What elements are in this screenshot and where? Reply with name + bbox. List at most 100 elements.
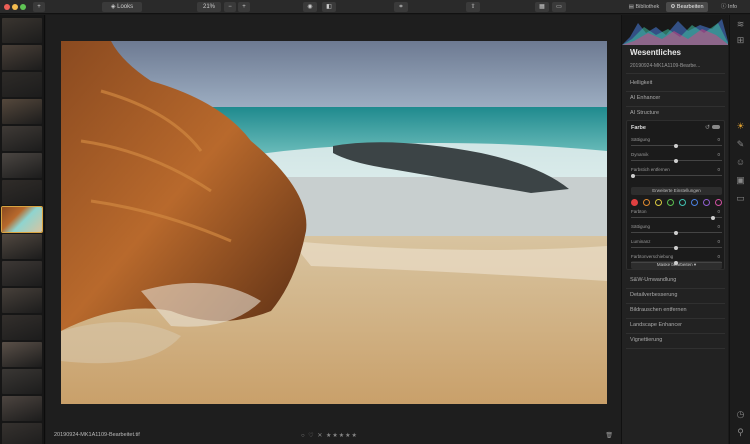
color-swatch[interactable] <box>643 199 650 206</box>
tab-bibliothek[interactable]: ▤ Bibliothek <box>624 2 664 12</box>
essentials-sun-icon[interactable]: ☀ <box>735 121 746 132</box>
section-item[interactable]: Detailverbesserung <box>630 292 677 298</box>
slider-label: Luminanz <box>631 239 651 244</box>
slider-label: Farbtonverschiebung <box>631 254 674 259</box>
filter-icon[interactable]: ⚲ <box>735 427 746 438</box>
eye-icon: ◉ <box>307 4 313 10</box>
image-canvas: 20190924-MK1A1109-Bearbeitet.tif ○ ♡ ✕ ★… <box>46 15 621 444</box>
layers-icon[interactable]: ≋ <box>735 19 746 30</box>
divider <box>626 106 725 107</box>
preview-eye-button[interactable]: ◉ <box>303 2 317 12</box>
creative-palette-icon[interactable]: ✎ <box>735 139 746 150</box>
canvas-footer: 20190924-MK1A1109-Bearbeitet.tif ○ ♡ ✕ ★… <box>46 430 621 444</box>
farbe-title[interactable]: Farbe <box>631 125 646 131</box>
slider-label: Farbstich entfernen <box>631 167 670 172</box>
portrait-face-icon[interactable]: ☺ <box>735 157 746 168</box>
image-filename: 20190924-MK1A1109-Bearbeitet.tif <box>54 432 140 438</box>
color-swatch[interactable] <box>667 199 674 206</box>
edit-panel: Wesentliches 20190924-MK1A1109-Bearbe...… <box>621 15 728 444</box>
grid-view-button[interactable]: ▦ <box>535 2 549 12</box>
looks-label: Looks <box>117 4 134 10</box>
filmstrip-thumb[interactable] <box>2 45 42 70</box>
slider-label: Sättigung <box>631 137 651 142</box>
filmstrip-thumb[interactable] <box>2 369 42 394</box>
single-view-button[interactable]: ▭ <box>552 2 566 12</box>
filmstrip-thumb[interactable] <box>2 261 42 286</box>
color-swatch[interactable] <box>703 199 710 206</box>
filmstrip-thumb[interactable] <box>2 315 42 340</box>
divider <box>626 333 725 334</box>
filmstrip-thumb[interactable] <box>2 342 42 367</box>
slider-knob[interactable] <box>674 143 678 148</box>
close-window-button[interactable] <box>4 4 10 10</box>
filmstrip-thumb[interactable] <box>2 126 42 151</box>
trash-icon[interactable]: 🗑 <box>605 432 613 439</box>
filmstrip-thumb[interactable] <box>2 234 42 259</box>
crop-icon: ⌗ <box>399 4 403 10</box>
divider <box>626 318 725 319</box>
section-item[interactable]: S&W-Umwandlung <box>630 277 676 283</box>
advanced-settings-button[interactable]: Erweiterte Einstellungen <box>631 187 722 195</box>
panel-title: Wesentliches <box>630 48 681 57</box>
slider-knob[interactable] <box>711 215 715 220</box>
filmstrip-thumb[interactable] <box>2 288 42 313</box>
slider-value: 0 <box>717 137 720 142</box>
slider-track[interactable] <box>631 217 722 218</box>
slider-value: 0 <box>717 254 720 259</box>
filmstrip-thumb[interactable] <box>2 99 42 124</box>
slider-knob[interactable] <box>631 173 635 178</box>
slider-knob[interactable] <box>674 230 678 235</box>
divider <box>626 348 725 349</box>
slider-value: 0 <box>717 209 720 214</box>
tab-bearbeiten[interactable]: ⚙ Bearbeiten <box>666 2 708 12</box>
zoom-out-button[interactable]: − <box>224 2 236 12</box>
maximize-window-button[interactable] <box>20 4 26 10</box>
beach-photo[interactable] <box>61 41 607 404</box>
history-clock-icon[interactable]: ◷ <box>735 409 746 420</box>
toggle-switch[interactable] <box>712 125 720 129</box>
section-ai-enhancer[interactable]: AI Enhancer <box>630 95 660 101</box>
filmstrip-thumb[interactable] <box>2 423 42 444</box>
zoom-select[interactable]: 21% <box>197 2 221 12</box>
section-ai-structure[interactable]: AI Structure <box>630 110 659 116</box>
filmstrip-thumb[interactable] <box>2 180 42 205</box>
section-item[interactable]: Landscape Enhancer <box>630 322 682 328</box>
compare-icon: ◧ <box>326 4 332 10</box>
slider-knob[interactable] <box>674 158 678 163</box>
crop-button[interactable]: ⌗ <box>394 2 408 12</box>
pro-icon[interactable]: ▣ <box>735 175 746 186</box>
filmstrip-thumb-selected[interactable] <box>1 206 43 233</box>
color-swatch[interactable] <box>655 199 662 206</box>
color-swatch[interactable] <box>715 199 722 206</box>
presets-icon[interactable]: ⊞ <box>735 35 746 46</box>
minimize-window-button[interactable] <box>12 4 18 10</box>
color-swatch[interactable] <box>679 199 686 206</box>
section-item[interactable]: Vignettierung <box>630 337 662 343</box>
section-item[interactable]: Bildrauschen entfernen <box>630 307 687 313</box>
professional-bag-icon[interactable]: ▭ <box>735 193 746 204</box>
reset-icon[interactable]: ↺ <box>705 124 710 131</box>
slider-knob[interactable] <box>674 260 678 265</box>
slider-track[interactable] <box>631 175 722 176</box>
filmstrip-thumb[interactable] <box>2 396 42 421</box>
tab-info[interactable]: ⓘ Info <box>712 2 746 12</box>
filmstrip-thumb[interactable] <box>2 18 42 43</box>
color-swatch[interactable] <box>631 199 638 206</box>
slider-value: 0 <box>717 167 720 172</box>
compare-button[interactable]: ◧ <box>322 2 336 12</box>
zoom-in-button[interactable]: + <box>238 2 250 12</box>
slider-label: Dynamik <box>631 152 649 157</box>
add-button[interactable]: + <box>33 2 45 12</box>
rating-stars[interactable]: ○ ♡ ✕ ★★★★★ <box>301 432 358 439</box>
filmstrip-thumb[interactable] <box>2 153 42 178</box>
tab-bearbeiten-label: Bearbeiten <box>676 4 704 10</box>
slider-knob[interactable] <box>674 245 678 250</box>
share-button[interactable]: ⇧ <box>466 2 480 12</box>
color-swatch[interactable] <box>691 199 698 206</box>
slider-value: 0 <box>717 239 720 244</box>
tool-strip: ≋ ⊞ ☀ ✎ ☺ ▣ ▭ ◷ ⚲ <box>729 15 750 444</box>
divider <box>626 303 725 304</box>
filmstrip-thumb[interactable] <box>2 72 42 97</box>
looks-button[interactable]: ◈ Looks <box>102 2 142 12</box>
section-helligkeit[interactable]: Helligkeit <box>630 80 652 86</box>
